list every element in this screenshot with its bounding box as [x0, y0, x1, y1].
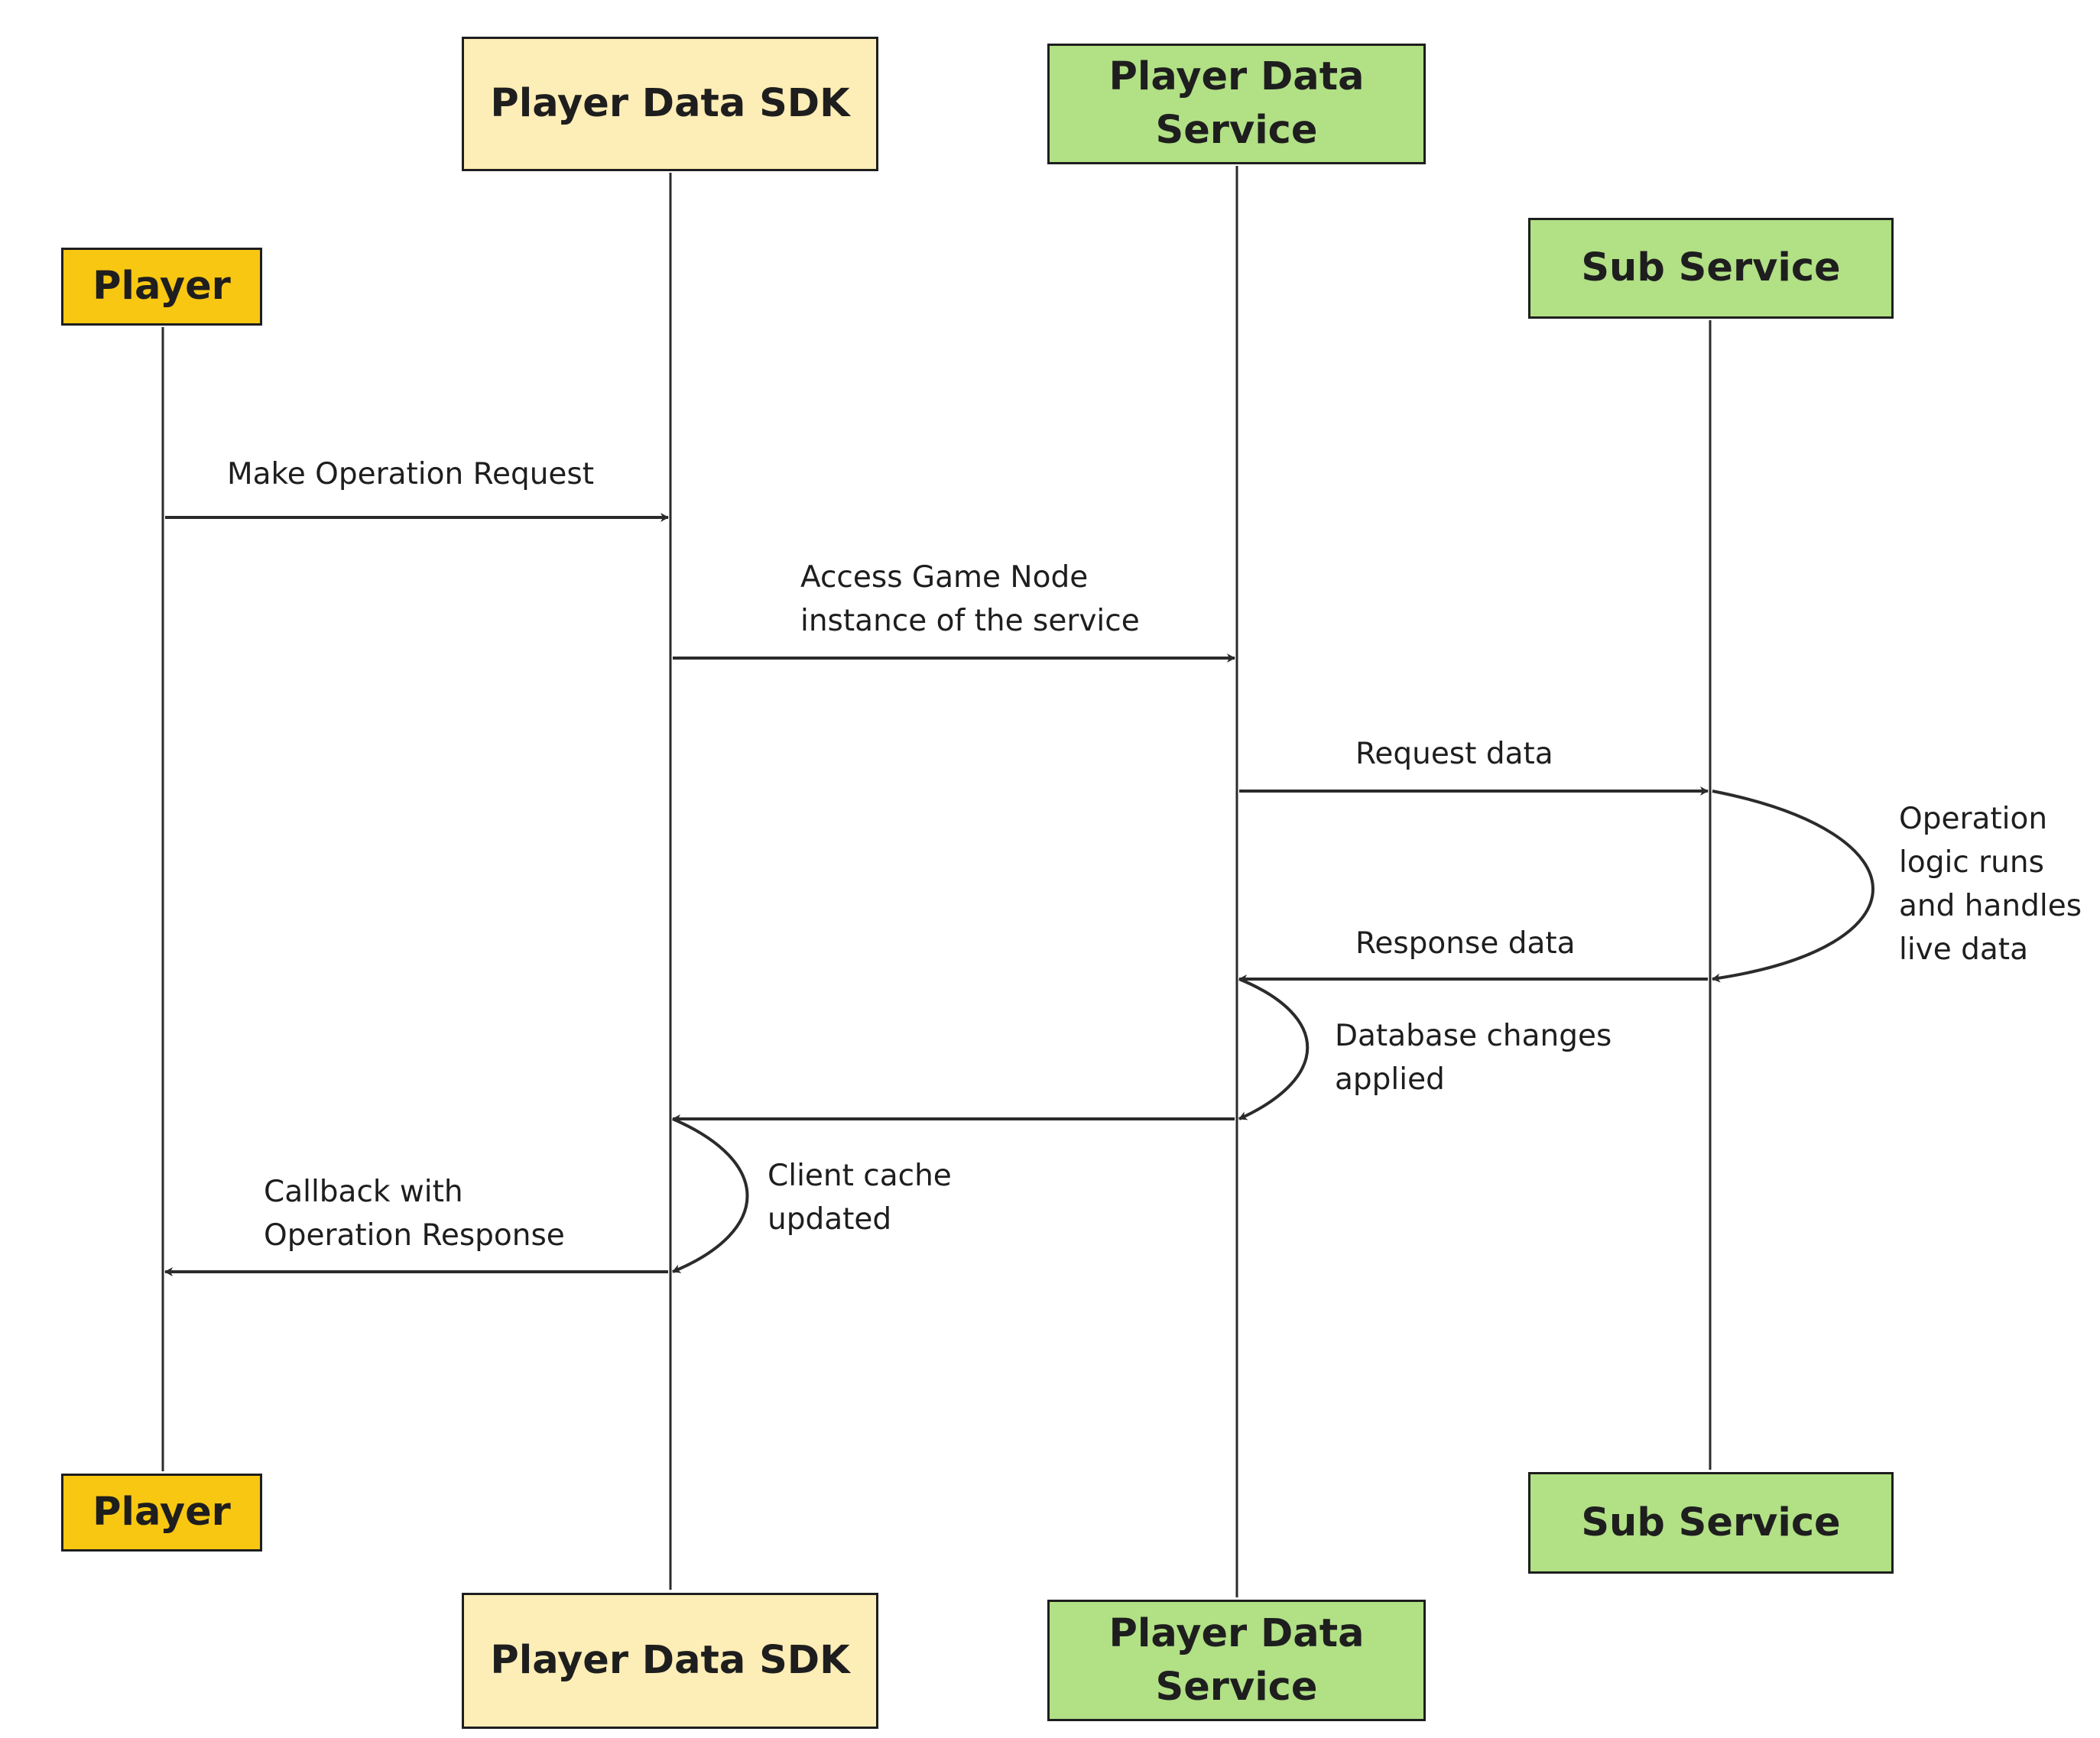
message-label-make-operation-request: Make Operation Request [227, 457, 595, 491]
participant-player-top: Player [61, 248, 262, 326]
participant-sdk-bottom: Player Data SDK [462, 1593, 878, 1729]
note-client-cache: Client cache updated [768, 1159, 952, 1237]
participant-sub-bottom: Sub Service [1528, 1472, 1894, 1574]
participant-pds-bottom: Player Data Service [1047, 1600, 1426, 1721]
participant-sub-top: Sub Service [1528, 218, 1894, 319]
note-database-changes: Database changes applied [1335, 1019, 1612, 1097]
self-arrow-client-cache [672, 1117, 749, 1273]
message-label-access-game-node: Access Game Node instance of the service [800, 560, 1140, 638]
participant-pds-top: Player Data Service [1047, 44, 1426, 164]
self-arrow-database-changes [1238, 978, 1310, 1120]
message-label-callback: Callback with Operation Response [264, 1175, 565, 1253]
participant-sdk-top: Player Data SDK [462, 37, 878, 171]
message-label-response-data: Response data [1355, 926, 1576, 961]
self-arrow-operation-logic [1712, 790, 1874, 983]
participant-player-bottom: Player [61, 1474, 262, 1552]
message-label-request-data: Request data [1355, 737, 1553, 771]
note-operation-logic: Operation logic runs and handles live da… [1899, 802, 2082, 967]
